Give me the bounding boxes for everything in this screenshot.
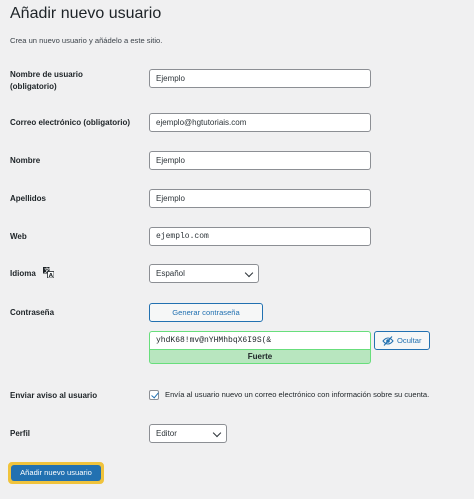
username-label-line2: (obligatorio): [10, 82, 57, 91]
first-name-label: Nombre: [10, 156, 41, 165]
username-label-line1: Nombre de usuario: [10, 70, 83, 79]
website-input[interactable]: ejemplo.com: [149, 227, 371, 246]
eye-slash-icon: [382, 336, 394, 346]
language-selected: Español: [156, 269, 185, 278]
notify-label: Enviar aviso al usuario: [10, 391, 98, 400]
password-input[interactable]: yhdK68!mv@nYHMhbqX6I9S(&: [149, 331, 371, 349]
last-name-label: Apellidos: [10, 194, 47, 203]
password-label: Contraseña: [10, 308, 55, 317]
page-title: Añadir nuevo usuario: [10, 5, 162, 22]
username-input[interactable]: Ejemplo: [149, 69, 371, 88]
page-intro: Crea un nuevo usuario y añádelo a este s…: [10, 36, 163, 45]
role-select[interactable]: Editor: [149, 424, 227, 443]
language-label: Idioma: [10, 269, 36, 278]
chevron-down-icon: [244, 268, 254, 278]
role-selected: Editor: [156, 429, 177, 438]
generate-password-button[interactable]: Generar contraseña: [149, 303, 263, 322]
language-select[interactable]: Español: [149, 264, 259, 283]
translation-icon: 文 A: [43, 267, 54, 278]
checkmark-icon: [150, 390, 159, 399]
chevron-down-icon: [212, 428, 222, 438]
username-label: Nombre de usuario (obligatorio): [10, 69, 83, 93]
password-strength-meter: Fuerte: [149, 349, 371, 364]
last-name-input[interactable]: Ejemplo: [149, 189, 371, 208]
hide-password-label: Ocultar: [397, 336, 422, 345]
svg-text:A: A: [49, 273, 54, 278]
notify-text: Envía al usuario nuevo un correo electró…: [165, 390, 430, 399]
hide-password-button[interactable]: Ocultar: [374, 331, 430, 350]
role-label: Perfil: [10, 429, 31, 438]
email-input[interactable]: ejemplo@hgtutoriais.com: [149, 113, 371, 132]
first-name-input[interactable]: Ejemplo: [149, 151, 371, 170]
submit-focus-ring: Añadir nuevo usuario: [8, 462, 104, 484]
add-user-button[interactable]: Añadir nuevo usuario: [11, 465, 101, 481]
notify-checkbox[interactable]: [149, 390, 159, 400]
email-label: Correo electrónico (obligatorio): [10, 118, 131, 127]
website-label: Web: [10, 232, 27, 241]
